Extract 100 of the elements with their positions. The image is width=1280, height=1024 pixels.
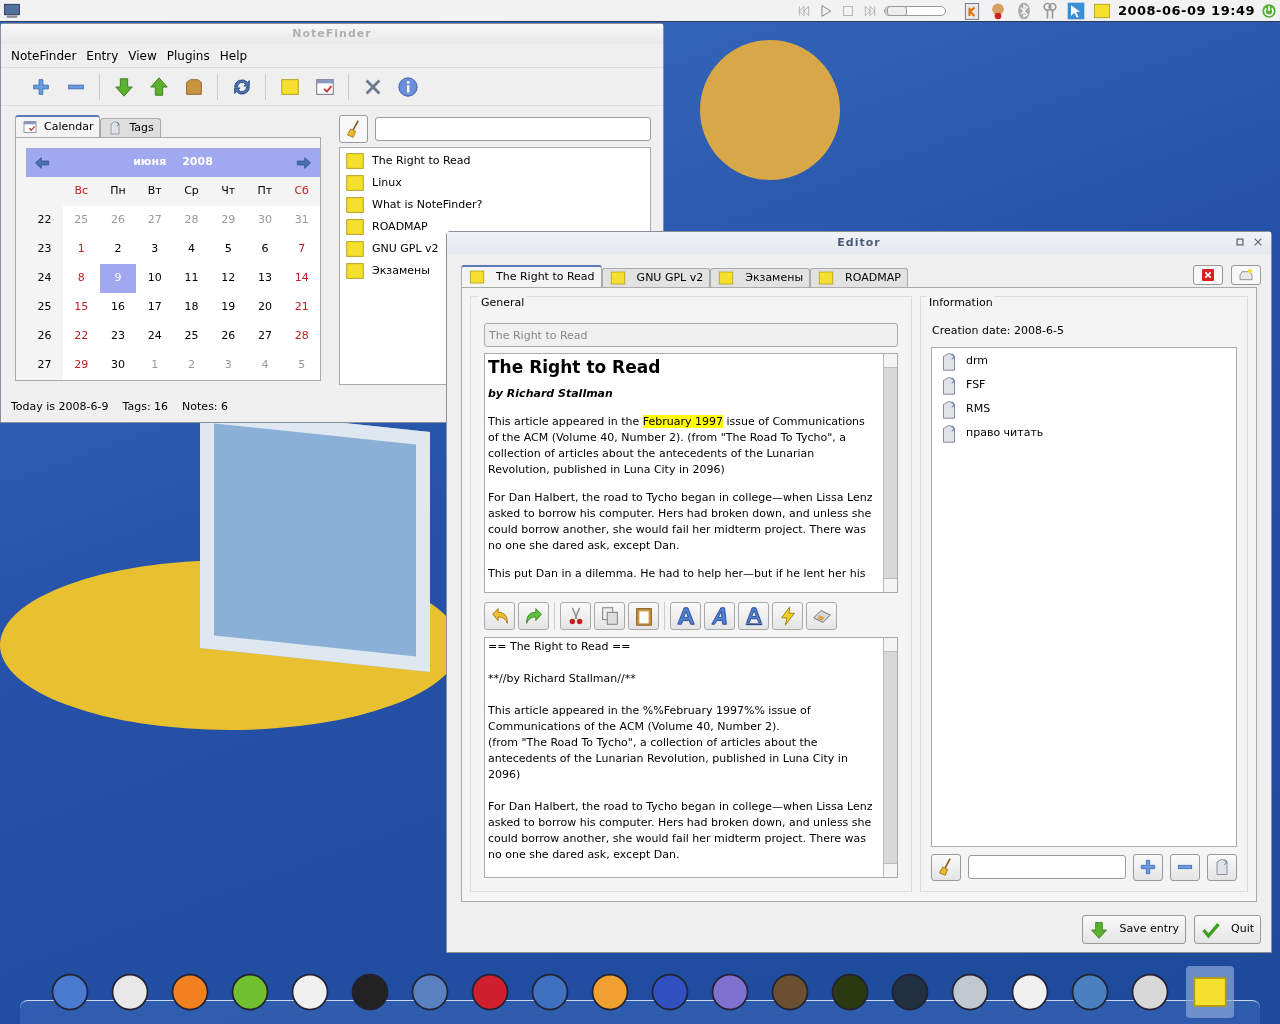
byline: by Richard Stallman xyxy=(488,386,614,402)
note-title[interactable]: The Right to Read xyxy=(372,152,471,170)
calendar-day[interactable]: 8 xyxy=(63,264,100,293)
week-number: 23 xyxy=(26,235,63,264)
calendar-day[interactable]: 22 xyxy=(63,322,100,351)
calendar-day[interactable]: 2 xyxy=(99,235,137,264)
weekday-label: Вс xyxy=(63,177,100,206)
up-arrow-icon[interactable] xyxy=(147,75,170,98)
tab[interactable]: GNU GPL v2 xyxy=(601,268,711,287)
close-icon[interactable] xyxy=(1253,237,1263,247)
tab[interactable]: Экзамены xyxy=(710,268,811,287)
calendar-day[interactable]: 11 xyxy=(173,264,210,293)
calendar-day[interactable]: 6 xyxy=(246,235,284,264)
note-title[interactable]: Экзамены xyxy=(372,262,430,280)
paste-button[interactable] xyxy=(628,602,659,630)
maximize-icon[interactable] xyxy=(1235,237,1245,247)
tag-field[interactable] xyxy=(968,855,1126,879)
undo-button[interactable] xyxy=(484,602,515,630)
note-title[interactable]: GNU GPL v2 xyxy=(372,240,439,258)
calendar-day[interactable]: 21 xyxy=(283,293,320,322)
add-tag-button[interactable] xyxy=(1133,853,1163,881)
weekday-label: Сб xyxy=(283,177,320,206)
close-note-button[interactable] xyxy=(1193,265,1223,285)
paragraph: For Dan Halbert, the road to Tycho began in college—when Lissa Lenz asked to borrow his computer. Hers had broken down, and unless she could borrow another, she would fail her midterm project. There was no one she dared ask, except Dan. xyxy=(488,490,874,554)
calendar-day[interactable]: 5 xyxy=(209,235,247,264)
tab[interactable]: The Right to Read xyxy=(461,265,602,287)
calendar-day[interactable]: 19 xyxy=(209,293,247,322)
tag-name[interactable]: drm xyxy=(966,353,989,370)
calendar-day[interactable]: 7 xyxy=(283,235,320,264)
calendar-day[interactable]: 30 xyxy=(99,351,137,380)
scissors-button[interactable] xyxy=(560,602,591,630)
week-number: 25 xyxy=(26,293,63,322)
clear-button[interactable] xyxy=(339,115,368,143)
tab[interactable]: Calendar xyxy=(15,115,101,137)
calendar-day[interactable]: 16 xyxy=(99,293,137,322)
power-icon[interactable] xyxy=(1261,2,1277,19)
menu-item[interactable]: Entry xyxy=(82,44,123,67)
source-line: **//by Richard Stallman//** xyxy=(488,671,637,687)
clear-button[interactable] xyxy=(931,853,961,881)
scrollbar[interactable] xyxy=(883,354,897,592)
app-icon xyxy=(529,971,571,1013)
note-icon xyxy=(344,150,366,172)
down-arrow-icon xyxy=(1089,919,1110,940)
note-title[interactable]: Linux xyxy=(372,174,402,192)
remove-tag-button[interactable] xyxy=(1170,853,1200,881)
quit-button[interactable]: Quit xyxy=(1194,915,1261,944)
calendar-day[interactable]: 29 xyxy=(63,351,100,380)
redo-button[interactable] xyxy=(518,602,549,630)
computer-icon[interactable] xyxy=(3,1,21,20)
menu-item[interactable]: Help xyxy=(215,44,252,67)
calendar-day[interactable]: 13 xyxy=(246,264,284,293)
calendar-day[interactable]: 28 xyxy=(283,322,320,351)
menu-item[interactable]: NoteFinder xyxy=(7,44,81,67)
calendar-day[interactable]: 15 xyxy=(63,293,100,322)
calendar-day[interactable]: 25 xyxy=(173,322,210,351)
calendar-day[interactable]: 23 xyxy=(99,322,137,351)
tab[interactable]: ROADMAP xyxy=(810,268,908,287)
calendar-day[interactable]: 4 xyxy=(173,235,210,264)
calendar-day[interactable]: 10 xyxy=(136,264,174,293)
scrollbar[interactable] xyxy=(883,638,897,877)
source-line: (from "The Road To Tycho", a collection of articles about the antecedents of the Lunarian Revolution, published in Luna City in 2096) xyxy=(488,735,849,783)
app-icon xyxy=(949,971,991,1013)
tag-button[interactable] xyxy=(1207,853,1237,881)
calendar-day[interactable]: 14 xyxy=(283,264,320,293)
calendar-day[interactable]: 26 xyxy=(209,322,247,351)
right-arrow-icon[interactable] xyxy=(296,154,312,171)
underline-button[interactable] xyxy=(738,602,769,630)
calendar-day[interactable]: 27 xyxy=(246,322,284,351)
note-title[interactable]: ROADMAP xyxy=(372,218,428,236)
calendar-day[interactable]: 20 xyxy=(246,293,284,322)
info-icon[interactable] xyxy=(396,75,419,98)
calendar-day[interactable]: 17 xyxy=(136,293,174,322)
note-icon xyxy=(344,194,366,216)
calendar-day[interactable]: 18 xyxy=(173,293,210,322)
tag-name[interactable]: FSF xyxy=(966,377,986,394)
save-button[interactable]: Save entry xyxy=(1082,915,1186,944)
new-note-button[interactable] xyxy=(1231,265,1261,285)
copy-button[interactable] xyxy=(594,602,625,630)
tag-name[interactable]: право читать xyxy=(966,425,1044,442)
note-title[interactable]: What is NoteFinder? xyxy=(372,196,483,214)
down-arrow-icon[interactable] xyxy=(112,75,135,98)
eraser-button[interactable] xyxy=(806,602,837,630)
week-number: 22 xyxy=(26,206,63,235)
calendar-day[interactable]: 1 xyxy=(63,235,100,264)
bold-button[interactable] xyxy=(670,602,701,630)
seek-slider[interactable] xyxy=(883,5,946,16)
tag-name[interactable]: RMS xyxy=(966,401,991,418)
app-icon xyxy=(649,971,691,1013)
source-editor[interactable] xyxy=(484,637,898,878)
calendar-day[interactable]: 24 xyxy=(136,322,174,351)
tab[interactable]: Tags xyxy=(100,118,161,137)
italic-button[interactable] xyxy=(704,602,735,630)
menu-item[interactable]: View xyxy=(124,44,161,67)
status-text: Tags: 16 xyxy=(122,399,169,415)
cursor-icon[interactable] xyxy=(1065,0,1086,21)
calendar-day[interactable]: 12 xyxy=(209,264,247,293)
calendar-day[interactable]: 3 xyxy=(136,235,174,264)
search-field[interactable] xyxy=(375,117,651,141)
menu-item[interactable]: Plugins xyxy=(162,44,214,67)
left-arrow-icon[interactable] xyxy=(34,154,50,171)
